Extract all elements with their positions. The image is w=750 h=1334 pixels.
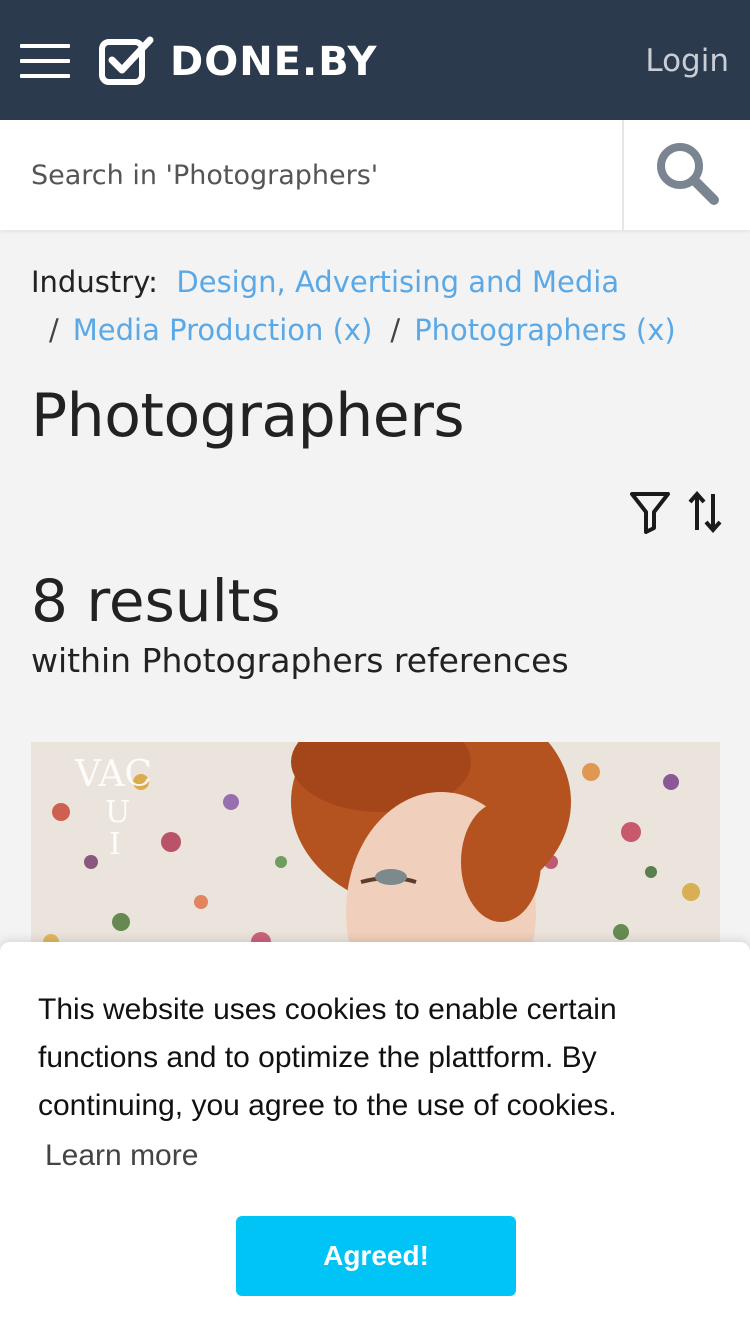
sort-arrows-icon[interactable] [688,490,722,534]
breadcrumb-item-design-advertising-media[interactable]: Design, Advertising and Media [176,265,619,299]
breadcrumb: Industry: Design, Advertising and Media … [31,258,731,354]
svg-text:I: I [109,827,121,862]
reference-card-image[interactable]: VAC U I [31,742,720,972]
agree-button[interactable]: Agreed! [236,1216,516,1296]
search-icon [657,143,719,205]
breadcrumb-label: Industry: [31,265,158,299]
search-bar [0,120,750,230]
hamburger-menu-icon[interactable] [20,44,70,78]
search-button[interactable] [624,120,750,230]
breadcrumb-separator: / [390,313,401,347]
results-count: 8 results [31,567,281,635]
learn-more-link[interactable]: Learn more [45,1136,198,1176]
checkbox-logo-icon[interactable] [98,36,156,86]
breadcrumb-item-photographers[interactable]: Photographers (x) [414,313,676,347]
breadcrumb-item-media-production[interactable]: Media Production (x) [73,313,373,347]
page-title: Photographers [31,381,465,451]
login-link[interactable]: Login [645,40,729,82]
svg-text:U: U [105,795,130,830]
cookie-banner: This website uses cookies to enable cert… [0,942,750,1334]
search-input[interactable] [0,120,622,230]
brand-name[interactable]: DONE.BY [170,38,377,86]
cookie-message: This website uses cookies to enable cert… [38,993,617,1122]
filter-icon[interactable] [628,490,672,534]
magazine-title-text: VAC [74,754,152,795]
top-header: DONE.BY Login [0,0,750,120]
results-subtitle: within Photographers references [31,641,569,680]
portrait-photo: VAC U I [31,742,720,972]
breadcrumb-separator: / [49,313,59,347]
